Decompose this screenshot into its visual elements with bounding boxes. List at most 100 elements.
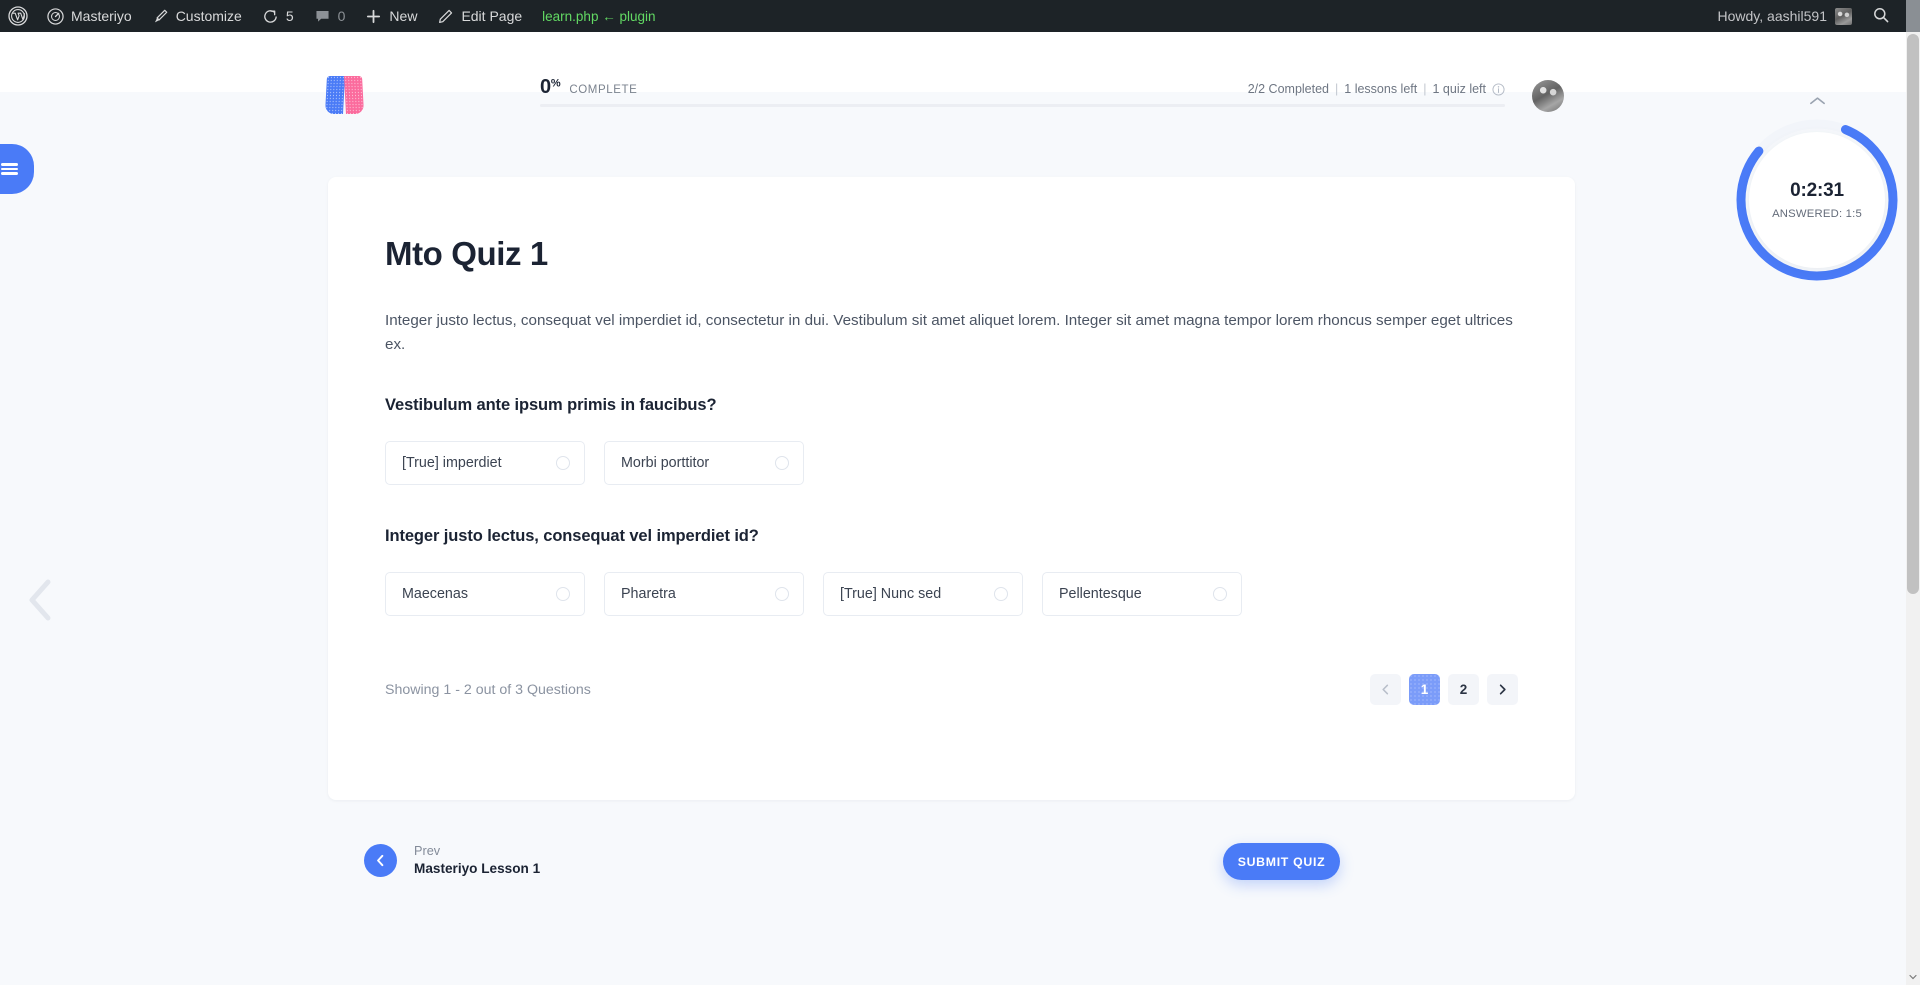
pagination-prev-button[interactable] xyxy=(1370,674,1401,705)
prev-lesson-title: Masteriyo Lesson 1 xyxy=(414,861,541,877)
answer-option-label: Morbi porttitor xyxy=(621,454,710,471)
howdy-label: Howdy, aashil591 xyxy=(1717,8,1827,24)
answer-option-label: Pellentesque xyxy=(1059,585,1142,602)
plugin-debug-note: learn.php ← plugin xyxy=(542,8,656,24)
question-text: Integer justo lectus, consequat vel impe… xyxy=(385,526,759,545)
wp-admin-bar: Masteriyo Customize 5 0 New Edit Page le… xyxy=(0,0,1920,32)
chevron-right-icon xyxy=(1499,684,1506,695)
pagination-page-label: 2 xyxy=(1459,682,1468,697)
masteriyo-book-logo[interactable] xyxy=(325,76,365,114)
chevron-up-icon xyxy=(1809,97,1825,105)
progress-complete-label: COMPLETE xyxy=(569,84,638,96)
adminbar-item-new[interactable]: New xyxy=(355,0,427,32)
quiz-title: Mto Quiz 1 xyxy=(385,235,548,272)
radio-button-icon[interactable] xyxy=(994,586,1008,601)
answer-option[interactable]: Pellentesque xyxy=(1042,571,1242,616)
search-icon xyxy=(1872,7,1890,27)
answer-option[interactable]: Maecenas xyxy=(385,571,585,616)
timer-face: 0:2:31 ANSWERED: 1:5 xyxy=(1749,132,1885,268)
adminbar-search-button[interactable] xyxy=(1862,6,1906,27)
answer-option[interactable]: [True] imperdiet xyxy=(385,440,585,485)
pagination: 1 2 xyxy=(1370,674,1518,705)
answer-options-group: Maecenas Pharetra [True] Nunc sed Pellen… xyxy=(385,571,1518,616)
adminbar-item-updates[interactable]: 5 xyxy=(252,0,304,32)
answer-option-label: [True] imperdiet xyxy=(402,454,502,471)
user-avatar[interactable] xyxy=(1532,80,1564,112)
adminbar-item-masteriyo[interactable]: Masteriyo xyxy=(37,0,142,32)
pagination-next-button[interactable] xyxy=(1487,674,1518,705)
answer-option-label: Maecenas xyxy=(402,585,468,602)
quiz-card-footer: Showing 1 - 2 out of 3 Questions 1 2 xyxy=(385,674,1518,705)
prev-lesson-text: Prev Masteriyo Lesson 1 xyxy=(414,843,540,878)
logo-right-page xyxy=(344,76,364,114)
adminbar-item-customize[interactable]: Customize xyxy=(142,0,252,32)
page-scrollbar-thumb[interactable] xyxy=(1907,34,1919,594)
answer-option[interactable]: Pharetra xyxy=(604,571,804,616)
quiz-card: Mto Quiz 1 Integer justo lectus, consequ… xyxy=(328,177,1575,800)
timer-collapse-button[interactable] xyxy=(1795,92,1839,110)
answer-options-group: [True] imperdiet Morbi porttitor xyxy=(385,440,1518,485)
radio-button-icon[interactable] xyxy=(1213,586,1227,601)
progress-bar-track xyxy=(540,104,1505,107)
wordpress-logo-icon xyxy=(8,6,28,26)
updates-icon xyxy=(262,8,279,25)
adminbar-item-edit-page[interactable]: Edit Page xyxy=(427,0,532,32)
answer-option-label: [True] Nunc sed xyxy=(840,585,942,602)
quiz-bottom-nav: Prev Masteriyo Lesson 1 SUBMIT QUIZ xyxy=(328,825,1575,897)
progress-stats: 2/2 Completed | 1 lessons left | 1 quiz … xyxy=(1248,82,1505,96)
stat-separator-1: | xyxy=(1335,82,1339,96)
adminbar-label-comments-count: 0 xyxy=(337,8,346,24)
prev-page-arrow[interactable] xyxy=(22,574,58,626)
submit-quiz-button[interactable]: SUBMIT QUIZ xyxy=(1223,843,1340,880)
adminbar-item-comments[interactable]: 0 xyxy=(304,0,356,32)
answer-option[interactable]: [True] Nunc sed xyxy=(823,571,1023,616)
progress-percent: 0% xyxy=(540,76,561,99)
radio-button-icon[interactable] xyxy=(556,586,570,601)
adminbar-label-updates-count: 5 xyxy=(285,8,294,24)
question-block-1: Vestibulum ante ipsum primis in faucibus… xyxy=(385,396,1518,485)
pagination-page-2[interactable]: 2 xyxy=(1448,674,1479,705)
radio-button-icon[interactable] xyxy=(775,455,789,470)
hamburger-menu-icon xyxy=(0,161,18,177)
pencil-icon xyxy=(437,8,454,25)
prev-lesson-link[interactable]: Prev Masteriyo Lesson 1 xyxy=(364,843,540,878)
dashboard-icon xyxy=(47,7,64,25)
showing-questions-text: Showing 1 - 2 out of 3 Questions xyxy=(385,681,591,698)
adminbar-label-edit-page: Edit Page xyxy=(461,8,523,24)
answer-option-label: Pharetra xyxy=(621,585,676,602)
adminbar-label-masteriyo: Masteriyo xyxy=(71,8,132,24)
pagination-page-1[interactable]: 1 xyxy=(1409,674,1440,705)
radio-button-icon[interactable] xyxy=(775,586,789,601)
question-text: Vestibulum ante ipsum primis in faucibus… xyxy=(385,395,717,414)
paintbrush-icon xyxy=(152,8,169,25)
radio-button-icon[interactable] xyxy=(556,455,570,470)
answer-option[interactable]: Morbi porttitor xyxy=(604,440,804,485)
avatar xyxy=(1835,7,1852,25)
prev-lesson-circle-button[interactable] xyxy=(364,844,397,878)
course-content-stage: Mto Quiz 1 Integer justo lectus, consequ… xyxy=(0,92,1906,985)
course-progress-block: 0% COMPLETE 2/2 Completed | 1 lessons le… xyxy=(540,76,1505,107)
info-circle-icon[interactable] xyxy=(1492,82,1505,96)
quiz-timer-widget: 0:2:31 ANSWERED: 1:5 xyxy=(1727,92,1906,292)
prev-lesson-kicker: Prev xyxy=(414,844,441,859)
stat-quiz-left: 1 quiz left xyxy=(1432,82,1486,96)
pagination-page-label: 1 xyxy=(1420,682,1429,697)
chevron-down-icon xyxy=(1909,974,1917,980)
adminbar-howdy[interactable]: Howdy, aashil591 xyxy=(1706,7,1862,25)
adminbar-scroll-edge xyxy=(1906,0,1920,32)
adminbar-right-group: Howdy, aashil591 xyxy=(1706,0,1920,32)
progress-percent-value: 0 xyxy=(540,76,551,98)
comment-bubble-icon xyxy=(314,8,331,25)
sidebar-toggle-button[interactable] xyxy=(0,144,34,194)
question-block-2: Integer justo lectus, consequat vel impe… xyxy=(385,527,1518,616)
progress-percent-sign: % xyxy=(550,77,561,90)
adminbar-label-new: New xyxy=(389,8,418,24)
adminbar-label-customize: Customize xyxy=(175,8,242,24)
quiz-description: Integer justo lectus, consequat vel impe… xyxy=(385,311,1513,354)
scrollbar-down-arrow[interactable] xyxy=(1906,969,1920,985)
stat-completed: 2/2 Completed xyxy=(1247,82,1330,96)
wordpress-logo-button[interactable] xyxy=(0,0,37,32)
chevron-left-icon xyxy=(377,855,384,867)
timer-remaining-time: 0:2:31 xyxy=(1790,180,1844,201)
course-header: 0% COMPLETE 2/2 Completed | 1 lessons le… xyxy=(0,32,1906,114)
